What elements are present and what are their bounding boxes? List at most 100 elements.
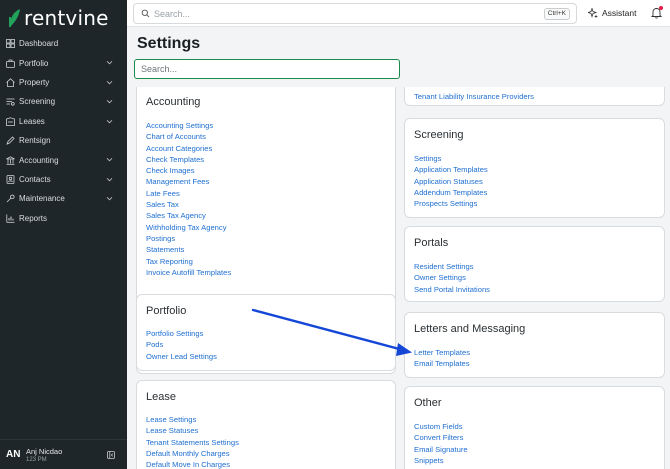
settings-link-tenant-statements-settings[interactable]: Tenant Statements Settings — [146, 437, 239, 448]
sidebar-item-accounting[interactable]: Accounting — [0, 150, 127, 169]
settings-link-tax-reporting[interactable]: Tax Reporting — [146, 256, 231, 267]
sidebar-nav: Dashboard Portfolio Property Screening Lease… — [0, 34, 127, 228]
card-title-portfolio: Portfolio — [146, 305, 187, 317]
settings-link-application-templates[interactable]: Application Templates — [414, 164, 488, 175]
settings-link-pods[interactable]: Pods — [146, 339, 217, 350]
leases-icon — [6, 117, 15, 126]
reports-icon — [6, 214, 15, 223]
top-bar: Ctrl+K Assistant — [127, 0, 670, 27]
card-title-lease: Lease — [146, 391, 176, 403]
sidebar-item-label: Leases — [19, 116, 45, 126]
brand-logo[interactable]: rentvine — [8, 6, 109, 30]
accounting-links: Accounting Settings Chart of Accounts Acco… — [146, 120, 231, 278]
assistant-button[interactable]: Assistant — [588, 8, 637, 18]
page-title: Settings — [137, 35, 201, 52]
collapse-sidebar-icon[interactable] — [107, 451, 115, 459]
sidebar-item-reports[interactable]: Reports — [0, 209, 127, 228]
sidebar-item-label: Reports — [19, 213, 48, 223]
settings-link-resident-settings[interactable]: Resident Settings — [414, 261, 490, 272]
settings-link-management-fees[interactable]: Management Fees — [146, 176, 231, 187]
settings-link-default-move-in-charges[interactable]: Default Move In Charges — [146, 459, 239, 469]
sidebar-item-label: Accounting — [19, 155, 59, 165]
settings-link-owner-settings[interactable]: Owner Settings — [414, 272, 490, 283]
chevron-down-icon[interactable] — [106, 59, 113, 66]
sidebar-item-rentsign[interactable]: Rentsign — [0, 131, 127, 150]
settings-link-settings[interactable]: Settings — [414, 153, 488, 164]
sidebar-item-dashboard[interactable]: Dashboard — [0, 34, 127, 53]
sidebar-item-contacts[interactable]: Contacts — [0, 170, 127, 189]
chevron-down-icon[interactable] — [106, 176, 113, 183]
settings-link-withholding-tax-agency[interactable]: Withholding Tax Agency — [146, 222, 231, 233]
card-title-other: Other — [414, 397, 442, 409]
settings-link-send-portal-invitations[interactable]: Send Portal Invitations — [414, 284, 490, 295]
settings-link-accounting-settings[interactable]: Accounting Settings — [146, 120, 231, 131]
chevron-down-icon[interactable] — [106, 195, 113, 202]
settings-link-application-statuses[interactable]: Application Statuses — [414, 176, 488, 187]
letters-links: Letter Templates Email Templates — [414, 347, 470, 370]
settings-link-postings[interactable]: Postings — [146, 233, 231, 244]
card-title-accounting: Accounting — [146, 96, 201, 108]
portals-links: Resident Settings Owner Settings Send Port… — [414, 261, 490, 295]
settings-search-input[interactable] — [134, 59, 400, 79]
settings-link-late-fees[interactable]: Late Fees — [146, 188, 231, 199]
other-links: Custom Fields Convert Filters Email Signat… — [414, 421, 468, 466]
settings-link-addendum-templates[interactable]: Addendum Templates — [414, 187, 488, 198]
portfolio-card: Portfolio Portfolio Settings Pods Owner Le… — [136, 294, 396, 371]
settings-link-prospects-settings[interactable]: Prospects Settings — [414, 198, 488, 209]
sidebar-item-label: Contacts — [19, 174, 51, 184]
chevron-down-icon[interactable] — [106, 79, 113, 86]
settings-link-chart-of-accounts[interactable]: Chart of Accounts — [146, 131, 231, 142]
settings-link-check-templates[interactable]: Check Templates — [146, 154, 231, 165]
settings-link-convert-filters[interactable]: Convert Filters — [414, 432, 468, 443]
letters-messaging-card: Letters and Messaging Letter Templates Em… — [404, 312, 665, 378]
settings-link-sales-tax[interactable]: Sales Tax — [146, 199, 231, 210]
global-search[interactable]: Ctrl+K — [133, 3, 577, 24]
portfolio-icon — [6, 59, 15, 68]
chevron-down-icon[interactable] — [106, 118, 113, 125]
chevron-down-icon[interactable] — [106, 98, 113, 105]
settings-link-letter-templates[interactable]: Letter Templates — [414, 347, 470, 358]
global-search-input[interactable] — [154, 8, 514, 19]
settings-link-portfolio-settings[interactable]: Portfolio Settings — [146, 328, 217, 339]
lease-card: Lease Lease Settings Lease Statuses Tenant… — [136, 380, 396, 469]
user-profile[interactable]: AN Anj Nicdao 123 PM — [0, 439, 127, 469]
settings-link-email-templates[interactable]: Email Templates — [414, 358, 470, 369]
sidebar: rentvine Dashboard Portfolio Property Scree… — [0, 0, 127, 469]
settings-link-default-monthly-charges[interactable]: Default Monthly Charges — [146, 448, 239, 459]
maintenance-icon — [6, 194, 15, 203]
settings-link-email-signature[interactable]: Email Signature — [414, 444, 468, 455]
search-icon — [141, 9, 150, 18]
sparkle-icon — [588, 8, 598, 18]
sidebar-item-screening[interactable]: Screening — [0, 92, 127, 111]
sidebar-item-property[interactable]: Property — [0, 73, 127, 92]
chevron-down-icon[interactable] — [106, 156, 113, 163]
screening-links: Settings Application Templates Application… — [414, 153, 488, 209]
sidebar-item-label: Dashboard — [19, 39, 59, 49]
settings-link-lease-settings[interactable]: Lease Settings — [146, 414, 239, 425]
card-title-portals: Portals — [414, 237, 449, 249]
settings-link-account-categories[interactable]: Account Categories — [146, 143, 231, 154]
settings-link-tenant-liability-insurance-providers[interactable]: Tenant Liability Insurance Providers — [414, 91, 534, 102]
settings-link-sales-tax-agency[interactable]: Sales Tax Agency — [146, 210, 231, 221]
rentsign-icon — [6, 136, 15, 145]
lease-links: Lease Settings Lease Statuses Tenant State… — [146, 414, 239, 469]
settings-link-check-images[interactable]: Check Images — [146, 165, 231, 176]
settings-link-custom-fields[interactable]: Custom Fields — [414, 421, 468, 432]
sidebar-item-leases[interactable]: Leases — [0, 112, 127, 131]
user-name: Anj Nicdao — [26, 446, 63, 456]
sidebar-item-maintenance[interactable]: Maintenance — [0, 189, 127, 208]
dashboard-icon — [6, 39, 15, 49]
settings-link-statements[interactable]: Statements — [146, 244, 231, 255]
assistant-label: Assistant — [602, 8, 637, 18]
settings-link-lease-statuses[interactable]: Lease Statuses — [146, 425, 239, 436]
sidebar-item-label: Property — [19, 77, 50, 87]
sidebar-item-label: Screening — [19, 97, 56, 107]
settings-link-snippets[interactable]: Snippets — [414, 455, 468, 466]
settings-link-owner-lead-settings[interactable]: Owner Lead Settings — [146, 351, 217, 362]
screening-card: Screening Settings Application Templates A… — [404, 118, 665, 218]
settings-link-invoice-autofill-templates[interactable]: Invoice Autofill Templates — [146, 267, 231, 278]
settings-content: Accounting Accounting Settings Chart of A… — [127, 87, 670, 469]
sidebar-item-label: Maintenance — [19, 194, 65, 204]
accounting-icon — [6, 155, 15, 165]
sidebar-item-portfolio[interactable]: Portfolio — [0, 53, 127, 72]
